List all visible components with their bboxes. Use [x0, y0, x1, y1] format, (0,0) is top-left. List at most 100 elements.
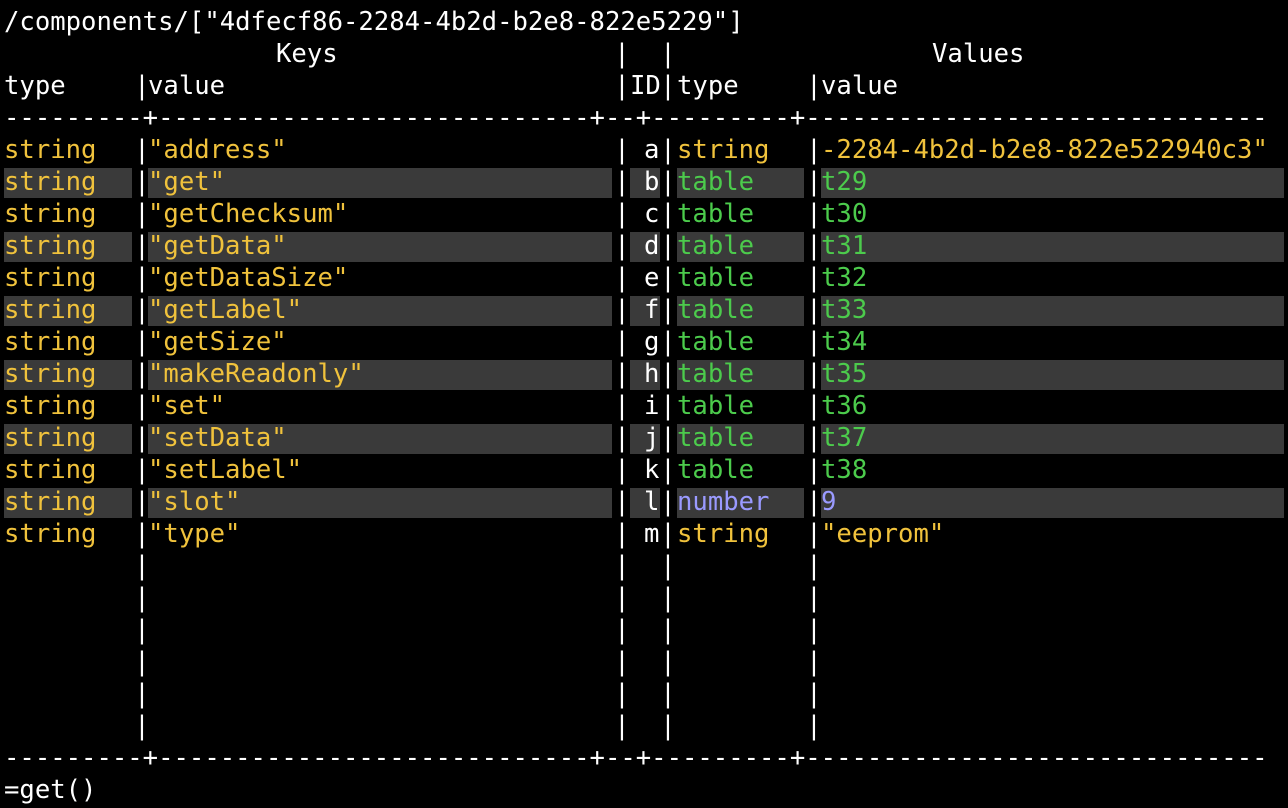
value-type-cell: table	[677, 231, 755, 261]
value-value-cell: t30	[821, 199, 868, 229]
column-separator: |	[614, 263, 630, 293]
value-value-cell: t33	[821, 295, 868, 325]
key-type-cell: string	[4, 199, 97, 229]
table-row[interactable]: string | "setLabel" | k | table | t38	[0, 454, 1288, 486]
table-row[interactable]: string | "set" | i | table | t36	[0, 390, 1288, 422]
table-row[interactable]: string | "type" | m | string | "eeprom"	[0, 518, 1288, 550]
key-type-cell: string	[4, 519, 97, 549]
value-type-cell: string	[677, 519, 770, 549]
column-separator: |	[134, 583, 150, 613]
row-id-cell: f	[644, 295, 660, 325]
row-id-cell: j	[644, 423, 660, 453]
column-separator: |	[806, 423, 822, 453]
key-value-cell: "set"	[148, 391, 226, 421]
key-type-cell: string	[4, 263, 97, 293]
row-id-cell: l	[644, 487, 660, 517]
column-separator: |	[614, 295, 630, 325]
header-group-row: Keys | | Values	[0, 38, 1288, 70]
key-value-cell: "getDataSize"	[148, 263, 349, 293]
column-separator: |	[134, 551, 150, 581]
column-separator: |	[614, 391, 630, 421]
table-row[interactable]: string | "getDataSize" | e | table | t32	[0, 262, 1288, 294]
key-type-header: type	[4, 71, 66, 101]
column-separator: |	[806, 647, 822, 677]
column-separator: |	[660, 391, 676, 421]
value-value-cell: -2284-4b2d-b2e8-822e522940c3"	[821, 135, 1268, 165]
value-type-header: type	[677, 71, 739, 101]
column-separator: |	[660, 647, 676, 677]
column-separator: |	[134, 711, 150, 741]
column-separator: |	[806, 519, 822, 549]
value-value-cell: t31	[821, 231, 868, 261]
key-value-cell: "type"	[148, 519, 241, 549]
column-separator: |	[660, 455, 676, 485]
column-separator: |	[660, 231, 676, 261]
key-type-cell: string	[4, 295, 97, 325]
column-separator: |	[614, 679, 630, 709]
column-separator: |	[806, 263, 822, 293]
table-row[interactable]: string | "setData" | j | table | t37	[0, 422, 1288, 454]
column-separator: |	[614, 487, 630, 517]
value-type-cell: table	[677, 359, 755, 389]
column-separator: |	[614, 583, 630, 613]
key-type-cell: string	[4, 359, 97, 389]
column-separator: |	[134, 615, 150, 645]
column-separator: |	[806, 455, 822, 485]
value-type-cell: table	[677, 295, 755, 325]
column-separator: |	[660, 199, 676, 229]
table-row[interactable]: string | "getData" | d | table | t31	[0, 230, 1288, 262]
row-id-cell: m	[644, 519, 660, 549]
empty-row: | | | |	[0, 678, 1288, 710]
value-value-cell: t36	[821, 391, 868, 421]
value-type-cell: table	[677, 423, 755, 453]
column-separator: |	[614, 711, 630, 741]
key-type-cell: string	[4, 391, 97, 421]
row-id-cell: d	[644, 231, 660, 261]
keys-header: Keys	[276, 39, 338, 69]
table-row[interactable]: string | "getLabel" | f | table | t33	[0, 294, 1288, 326]
value-value-header: value	[821, 71, 899, 101]
terminal-screen: /components/["4dfecf86-2284-4b2d-b2e8-82…	[0, 0, 1288, 808]
bottom-divider: ---------+----------------------------+-…	[4, 743, 1268, 773]
key-type-cell: string	[4, 327, 97, 357]
table-row[interactable]: string | "getSize" | g | table | t34	[0, 326, 1288, 358]
key-value-cell: "setLabel"	[148, 455, 303, 485]
column-separator: |	[806, 231, 822, 261]
value-type-cell: number	[677, 487, 770, 517]
column-header-row: type | value | ID | type | value	[0, 70, 1288, 102]
column-separator: |	[660, 359, 676, 389]
value-value-cell: t38	[821, 455, 868, 485]
empty-row: | | | |	[0, 710, 1288, 742]
key-type-cell: string	[4, 231, 97, 261]
key-value-cell: "setData"	[148, 423, 287, 453]
column-separator: |	[806, 615, 822, 645]
column-separator: |	[134, 679, 150, 709]
table-row[interactable]: string | "get" | b | table | t29	[0, 166, 1288, 198]
column-separator: |	[614, 359, 630, 389]
column-separator: |	[660, 263, 676, 293]
table-row[interactable]: string | "getChecksum" | c | table | t30	[0, 198, 1288, 230]
column-separator: |	[660, 551, 676, 581]
column-separator: |	[614, 71, 630, 101]
column-separator: |	[660, 295, 676, 325]
empty-row: | | | |	[0, 550, 1288, 582]
table-row[interactable]: string | "address" | a | string | -2284-4b2d-b2e…	[0, 134, 1288, 166]
column-separator: |	[660, 679, 676, 709]
column-separator: |	[614, 551, 630, 581]
value-type-cell: table	[677, 199, 755, 229]
table-row[interactable]: string | "makeReadonly" | h | table | t35	[0, 358, 1288, 390]
row-id-cell: a	[644, 135, 660, 165]
column-separator: |	[806, 487, 822, 517]
key-value-header: value	[148, 71, 226, 101]
value-type-cell: table	[677, 167, 755, 197]
column-separator: |	[614, 167, 630, 197]
table-row[interactable]: string | "slot" | l | number | 9	[0, 486, 1288, 518]
command-line[interactable]: =get()	[4, 774, 96, 806]
column-separator: |	[614, 327, 630, 357]
column-separator: |	[134, 647, 150, 677]
key-value-cell: "getData"	[148, 231, 287, 261]
key-value-cell: "address"	[148, 135, 287, 165]
key-value-cell: "slot"	[148, 487, 241, 517]
value-value-cell: 9	[821, 487, 837, 517]
column-separator: |	[806, 391, 822, 421]
